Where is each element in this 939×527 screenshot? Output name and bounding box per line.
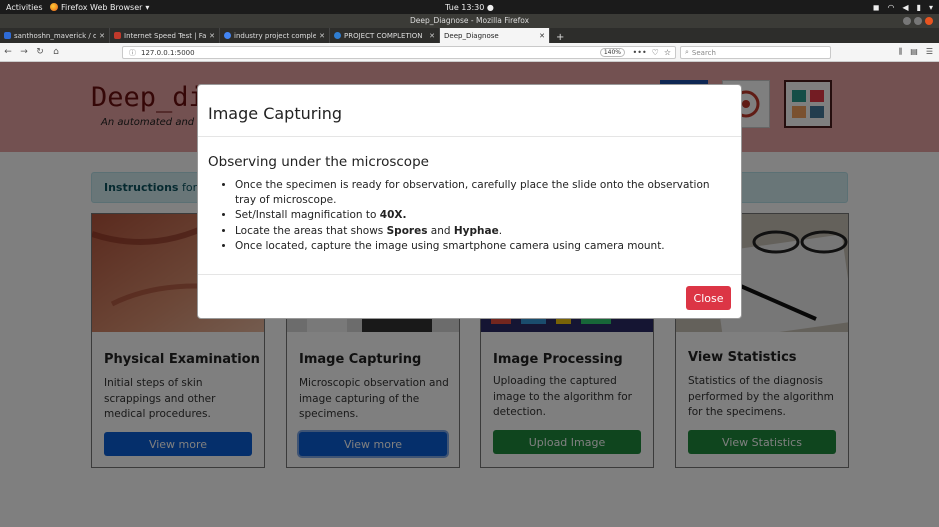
more-icon[interactable]: ••• bbox=[633, 48, 647, 57]
info-icon[interactable]: ⓘ bbox=[129, 48, 136, 58]
step-text: . bbox=[498, 224, 503, 237]
tab-deep-diagnose[interactable]: Deep_Diagnose ✕ bbox=[440, 28, 550, 43]
speedtest-favicon-icon bbox=[114, 32, 121, 39]
firefox-icon bbox=[50, 3, 58, 11]
close-icon[interactable]: ✕ bbox=[99, 32, 105, 40]
app-menu-label: Firefox Web Browser bbox=[61, 2, 143, 12]
window-title-bar: Deep_Diagnose - Mozilla Firefox bbox=[0, 14, 939, 28]
step-emphasis: Spores bbox=[386, 224, 428, 237]
navigation-bar: ← → ↻ ⌂ ⓘ 127.0.0.1:5000 140% ••• ♡ ☆ ⌕ … bbox=[0, 43, 939, 62]
volume-icon: ◀ bbox=[902, 2, 909, 12]
zoom-indicator[interactable]: 140% bbox=[599, 48, 625, 57]
close-icon[interactable]: ✕ bbox=[429, 32, 435, 40]
page-content: Deep_di An automated and Instructions fo… bbox=[0, 62, 939, 527]
home-icon[interactable]: ⌂ bbox=[48, 47, 64, 57]
pocket-icon[interactable]: ♡ bbox=[652, 48, 659, 57]
modal-header: Image Capturing bbox=[198, 85, 741, 137]
tab-label: PROJECT COMPLETION bbox=[344, 31, 423, 40]
list-item: Once located, capture the image using sm… bbox=[235, 239, 731, 254]
close-icon[interactable]: ✕ bbox=[209, 32, 215, 40]
window-title: Deep_Diagnose - Mozilla Firefox bbox=[409, 16, 530, 25]
google-favicon-icon bbox=[224, 32, 231, 39]
activities-button[interactable]: Activities bbox=[6, 3, 43, 12]
chevron-down-icon: ▾ bbox=[928, 2, 933, 12]
url-bar[interactable]: ⓘ 127.0.0.1:5000 140% ••• ♡ ☆ bbox=[122, 46, 676, 59]
step-text: Locate the areas that shows bbox=[235, 224, 387, 237]
step-text: and bbox=[427, 224, 454, 237]
modal-title: Image Capturing bbox=[208, 104, 343, 123]
app-menu[interactable]: Firefox Web Browser ▾ bbox=[50, 3, 149, 12]
close-button[interactable]: Close bbox=[686, 286, 731, 310]
tab-label: Internet Speed Test | Fa bbox=[124, 31, 207, 40]
tab-label: santhoshn_maverick / d bbox=[14, 31, 97, 40]
bookmark-star-icon[interactable]: ☆ bbox=[664, 48, 671, 57]
modal-footer: Close bbox=[198, 274, 741, 319]
step-emphasis: 40X. bbox=[379, 209, 407, 222]
step-text: Once located, capture the image using sm… bbox=[235, 239, 665, 252]
system-tray[interactable]: ◼ ◠ ◀ ▮ ▾ bbox=[873, 3, 933, 12]
step-emphasis: Hyphae bbox=[453, 224, 499, 237]
close-window-button[interactable] bbox=[925, 17, 933, 25]
tab-github[interactable]: santhoshn_maverick / d ✕ bbox=[0, 28, 110, 43]
back-arrow-icon[interactable]: ← bbox=[0, 47, 16, 57]
modal-body: Observing under the microscope Once the … bbox=[198, 137, 741, 254]
sidebar-icon[interactable]: ▤ bbox=[910, 47, 918, 57]
instruction-list: Once the specimen is ready for observati… bbox=[208, 178, 731, 254]
close-icon[interactable]: ✕ bbox=[319, 32, 325, 40]
system-top-bar: Activities Firefox Web Browser ▾ Tue 13:… bbox=[0, 0, 939, 14]
list-item: Set/Install magnification to 40X. bbox=[235, 208, 731, 223]
list-item: Once the specimen is ready for observati… bbox=[235, 178, 731, 208]
url-text: 127.0.0.1:5000 bbox=[141, 48, 195, 57]
wifi-icon: ◠ bbox=[887, 2, 895, 12]
chevron-down-icon: ▾ bbox=[145, 2, 150, 12]
tab-google[interactable]: industry project comple ✕ bbox=[220, 28, 330, 43]
minimize-button[interactable] bbox=[903, 17, 911, 25]
image-capturing-modal: Image Capturing Observing under the micr… bbox=[197, 84, 742, 319]
library-icon[interactable]: ⫼ bbox=[899, 47, 903, 57]
step-text: Set/Install magnification to bbox=[235, 209, 380, 222]
new-tab-button[interactable]: + bbox=[550, 32, 570, 43]
skype-favicon-icon bbox=[334, 32, 341, 39]
window-controls bbox=[903, 17, 933, 25]
modal-subtitle: Observing under the microscope bbox=[208, 154, 429, 170]
maximize-button[interactable] bbox=[914, 17, 922, 25]
search-placeholder: Search bbox=[691, 48, 716, 57]
forward-arrow-icon[interactable]: → bbox=[16, 47, 32, 57]
tab-project-completion[interactable]: PROJECT COMPLETION ✕ bbox=[330, 28, 440, 43]
tab-label: industry project comple bbox=[234, 31, 317, 40]
tab-label: Deep_Diagnose bbox=[444, 31, 499, 40]
chat-icon: ◼ bbox=[872, 2, 880, 12]
menu-icon[interactable]: ☰ bbox=[926, 47, 933, 57]
step-text: Once the specimen is ready for observati… bbox=[235, 179, 710, 207]
clock-text: Tue 13:30 bbox=[445, 2, 485, 12]
github-favicon-icon bbox=[4, 32, 11, 39]
reload-icon[interactable]: ↻ bbox=[32, 47, 48, 57]
search-input[interactable]: ⌕ Search bbox=[680, 46, 831, 59]
search-icon: ⌕ bbox=[685, 48, 689, 56]
battery-icon: ▮ bbox=[916, 2, 921, 12]
list-item: Locate the areas that shows Spores and H… bbox=[235, 224, 731, 239]
tab-strip: santhoshn_maverick / d ✕ Internet Speed … bbox=[0, 28, 939, 43]
tab-speedtest[interactable]: Internet Speed Test | Fa ✕ bbox=[110, 28, 220, 43]
close-icon[interactable]: ✕ bbox=[539, 32, 545, 40]
